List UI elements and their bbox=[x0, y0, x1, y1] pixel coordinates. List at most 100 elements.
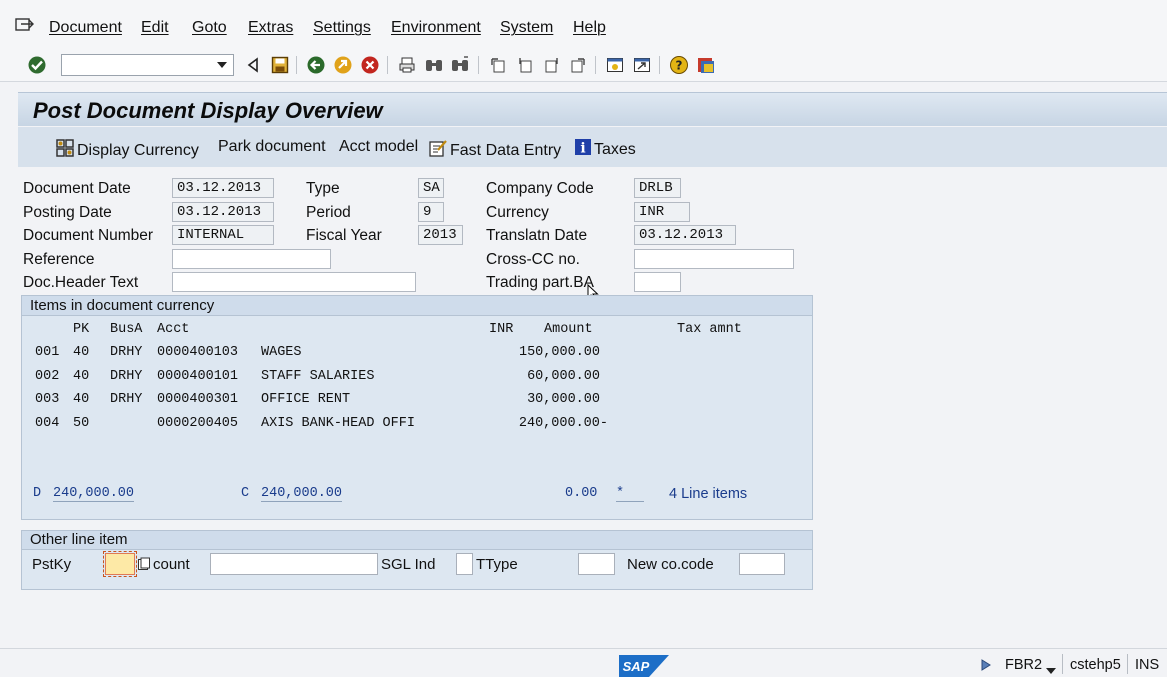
pstky-label: PstKy bbox=[32, 556, 72, 573]
chevron-down-icon[interactable] bbox=[214, 57, 230, 73]
currency-field[interactable]: INR bbox=[634, 202, 690, 222]
cancel-icon[interactable] bbox=[359, 54, 381, 76]
account-field[interactable] bbox=[210, 553, 378, 575]
document-header: Document Date 03.12.2013 Posting Date 03… bbox=[0, 167, 1167, 302]
customize-layout-icon[interactable] bbox=[695, 54, 717, 76]
new-co-code-label: New co.code bbox=[627, 556, 714, 573]
search-help-icon[interactable] bbox=[137, 557, 151, 575]
find-next-icon[interactable] bbox=[449, 54, 471, 76]
row-posting-key: 50 bbox=[73, 416, 90, 431]
create-session-icon[interactable] bbox=[604, 54, 626, 76]
transaction-code[interactable]: FBR2 bbox=[1005, 657, 1042, 673]
park-document-button[interactable]: Park document bbox=[218, 138, 326, 156]
svg-text:?: ? bbox=[676, 59, 683, 73]
menu-extras[interactable]: Extras bbox=[248, 19, 293, 37]
fast-data-entry-label: Fast Data Entry bbox=[450, 141, 562, 159]
back-icon[interactable] bbox=[242, 54, 264, 76]
system-menu-icon[interactable] bbox=[15, 16, 35, 32]
reference-field[interactable] bbox=[172, 249, 331, 269]
save-icon[interactable] bbox=[269, 54, 291, 76]
row-account: 0000200405 bbox=[157, 416, 239, 431]
account-label: count bbox=[153, 556, 190, 573]
menu-help[interactable]: Help bbox=[573, 19, 606, 37]
back-arrow-icon[interactable] bbox=[305, 54, 327, 76]
server-name: cstehp5 bbox=[1070, 657, 1121, 673]
taxes-button[interactable]: i Taxes bbox=[574, 138, 636, 161]
row-posting-key: 40 bbox=[73, 345, 90, 360]
taxes-label: Taxes bbox=[594, 140, 636, 158]
reference-label: Reference bbox=[23, 251, 95, 268]
sgl-ind-label: SGL Ind bbox=[381, 556, 436, 573]
new-co-code-field[interactable] bbox=[739, 553, 785, 575]
row-business-area: DRHY bbox=[110, 345, 143, 360]
command-field[interactable] bbox=[61, 54, 234, 76]
command-input[interactable] bbox=[62, 55, 212, 75]
translatn-date-label: Translatn Date bbox=[486, 227, 588, 244]
pstky-field[interactable] bbox=[103, 551, 137, 577]
first-page-icon[interactable] bbox=[487, 54, 509, 76]
fiscal-year-field[interactable]: 2013 bbox=[418, 225, 463, 245]
enter-icon[interactable] bbox=[26, 54, 48, 76]
previous-page-icon[interactable] bbox=[514, 54, 536, 76]
menu-document[interactable]: Document bbox=[49, 19, 122, 37]
items-group-title: Items in document currency bbox=[22, 296, 812, 316]
sgl-ind-field[interactable] bbox=[456, 553, 473, 575]
display-currency-button[interactable]: Display Currency bbox=[55, 138, 199, 163]
document-number-label: Document Number bbox=[23, 227, 154, 244]
fast-data-entry-icon bbox=[428, 138, 448, 163]
type-field[interactable]: SA bbox=[418, 178, 444, 198]
debit-total: 240,000.00 bbox=[53, 486, 135, 502]
find-icon[interactable] bbox=[423, 54, 445, 76]
menu-system[interactable]: System bbox=[500, 19, 553, 37]
status-bar: SAP FBR2 cstehp5 INS bbox=[0, 648, 1167, 677]
cross-cc-label: Cross-CC no. bbox=[486, 251, 580, 268]
svg-text:i: i bbox=[580, 141, 585, 157]
row-posting-key: 40 bbox=[73, 392, 90, 407]
status-expand-icon[interactable] bbox=[981, 658, 991, 675]
menu-goto[interactable]: Goto bbox=[192, 19, 227, 37]
row-amount: 240,000.00- bbox=[518, 416, 608, 431]
fast-data-entry-button[interactable]: Fast Data Entry bbox=[428, 138, 561, 163]
menu-edit[interactable]: Edit bbox=[141, 19, 169, 37]
row-number: 001 bbox=[35, 345, 60, 360]
other-line-item-group: Other line item PstKy count SGL Ind TTyp… bbox=[21, 530, 813, 590]
chevron-down-icon[interactable] bbox=[1046, 661, 1056, 677]
period-field[interactable]: 9 bbox=[418, 202, 444, 222]
menu-settings[interactable]: Settings bbox=[313, 19, 371, 37]
next-page-icon[interactable] bbox=[541, 54, 563, 76]
row-number: 004 bbox=[35, 416, 60, 431]
row-account: 0000400301 bbox=[157, 392, 239, 407]
title-bar: Post Document Display Overview bbox=[18, 92, 1167, 126]
cross-cc-field[interactable] bbox=[634, 249, 794, 269]
ttype-field[interactable] bbox=[578, 553, 615, 575]
company-code-field[interactable]: DRLB bbox=[634, 178, 681, 198]
balance-total: 0.00 bbox=[565, 486, 598, 501]
doc-header-text-field[interactable] bbox=[172, 272, 416, 292]
row-amount: 150,000.00 bbox=[518, 345, 600, 360]
row-account-text: AXIS BANK-HEAD OFFI bbox=[261, 416, 415, 431]
row-posting-key: 40 bbox=[73, 369, 90, 384]
sap-logo-icon: SAP bbox=[619, 655, 669, 677]
posting-date-field[interactable]: 03.12.2013 bbox=[172, 202, 274, 222]
line-items-count: 4 Line items bbox=[669, 486, 748, 502]
trading-part-label: Trading part.BA bbox=[486, 274, 594, 291]
exit-icon[interactable] bbox=[332, 54, 354, 76]
display-currency-icon bbox=[55, 138, 75, 163]
debit-prefix: D bbox=[33, 486, 42, 501]
acct-model-button[interactable]: Acct model bbox=[339, 138, 418, 156]
menu-environment[interactable]: Environment bbox=[391, 19, 481, 37]
trading-part-field[interactable] bbox=[634, 272, 681, 292]
print-icon[interactable] bbox=[396, 54, 418, 76]
help-icon[interactable]: ? bbox=[668, 54, 690, 76]
standard-toolbar: ? bbox=[0, 48, 1167, 82]
last-page-icon[interactable] bbox=[567, 54, 589, 76]
document-number-field[interactable]: INTERNAL bbox=[172, 225, 274, 245]
info-icon: i bbox=[574, 138, 592, 161]
translatn-date-field[interactable]: 03.12.2013 bbox=[634, 225, 736, 245]
insert-mode[interactable]: INS bbox=[1135, 657, 1159, 673]
shortcut-icon[interactable] bbox=[631, 54, 653, 76]
period-label: Period bbox=[306, 204, 351, 221]
credit-total: 240,000.00 bbox=[261, 486, 343, 502]
document-date-field[interactable]: 03.12.2013 bbox=[172, 178, 274, 198]
application-toolbar: Display Currency Park document Acct mode… bbox=[18, 127, 1167, 167]
